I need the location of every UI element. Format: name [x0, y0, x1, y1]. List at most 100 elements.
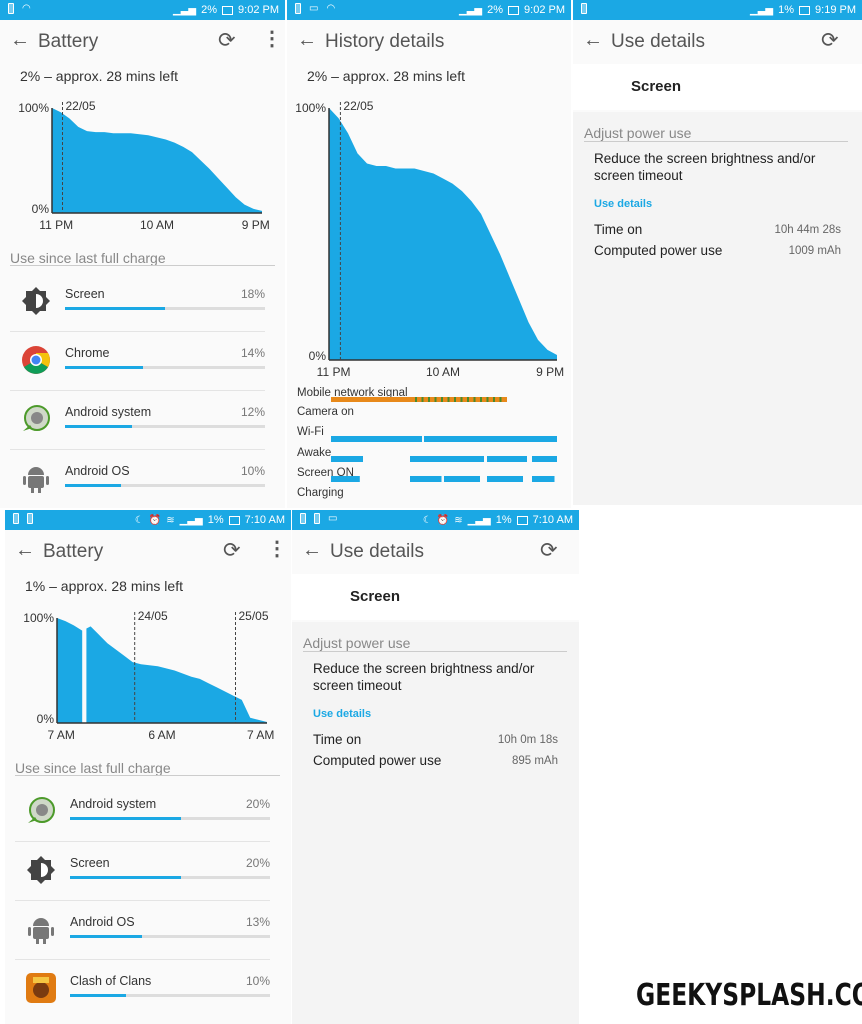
- battery-summary: 2% – approx. 28 mins left: [20, 68, 178, 84]
- wifi-hotspot-icon: ◠: [326, 3, 336, 14]
- signal-strength-tick: [473, 397, 476, 402]
- a6: [43, 938, 46, 944]
- usage-bar-fill: [65, 307, 165, 310]
- signal-strength-tick: [454, 397, 456, 402]
- app-name: Clash of Clans: [70, 974, 152, 988]
- s2: [31, 412, 43, 424]
- status-bar: ▁▃▅ 1% 9:19 PM: [573, 0, 862, 20]
- a3: [28, 927, 31, 936]
- history-screen: ▭ ◠ ▁▃▅ 2% 9:02 PM ← History details 2% – appro…: [287, 0, 571, 508]
- status-icons-left: [13, 513, 33, 524]
- usage-percent: 14%: [240, 346, 265, 360]
- battery-charging-icon: [314, 513, 320, 524]
- usage-percent: 10%: [245, 974, 270, 988]
- battery-alert-icon: [295, 3, 301, 14]
- battery-alert-icon: [581, 3, 587, 14]
- a1: [33, 918, 49, 926]
- usage-bar-fill: [65, 366, 143, 369]
- a3: [23, 476, 26, 485]
- clash-of-clans-icon: [26, 973, 56, 1003]
- refresh-icon[interactable]: ⟳: [540, 538, 558, 563]
- back-arrow-icon[interactable]: ←: [297, 29, 317, 52]
- battery-chart: 24/05 25/05 100% 0% 7 AM 6 AM 7 AM: [17, 606, 287, 751]
- more-options-icon[interactable]: ⋮: [267, 536, 287, 561]
- section-divider: [10, 265, 275, 266]
- usage-list-item[interactable]: Chrome 14%: [10, 332, 265, 391]
- status-icons-right: ☾ ⏰ ≋ ▁▃▅ 1% 7:10 AM: [135, 514, 285, 526]
- usage-list-item[interactable]: Android OS 13%: [15, 901, 270, 960]
- battery-level-area: [329, 108, 557, 360]
- date-marker-label: 25/05: [239, 609, 269, 623]
- battery-screen: ◠ ▁▃▅ 2% 9:02 PM ← Battery ⟳ ⋮ 2% – approx. 28 m…: [0, 0, 285, 508]
- date-marker-label: 22/05: [66, 99, 96, 113]
- battery-chart-svg: 24/05 25/05 100% 0% 7 AM 6 AM 7 AM: [23, 609, 274, 742]
- app-header: Screen: [292, 574, 579, 620]
- usage-list-item[interactable]: Android OS 10%: [10, 450, 265, 508]
- x-tick-label: 10 AM: [426, 365, 460, 379]
- usedetails-screen: ▭ ☾ ⏰ ≋ ▁▃▅ 1% 7:10 AM ← Use details ⟳ Screen Adjus…: [292, 510, 579, 1024]
- usage-bar: [70, 817, 270, 820]
- back-arrow-icon[interactable]: ←: [15, 539, 35, 562]
- alarm-icon: ⏰: [148, 514, 162, 526]
- usage-bar: [70, 876, 270, 879]
- y-max-label: 100%: [23, 611, 54, 625]
- back-arrow-icon[interactable]: ←: [583, 29, 603, 52]
- use-details-link[interactable]: Use details: [313, 708, 371, 720]
- screen-on-bar: [410, 476, 442, 482]
- x-tick-label: 11 PM: [317, 365, 351, 379]
- usage-percent: 20%: [245, 856, 270, 870]
- usage-list-item[interactable]: Screen 20%: [15, 842, 270, 901]
- signal-strength-tick: [415, 397, 417, 402]
- more-options-icon[interactable]: ⋮: [262, 26, 282, 51]
- date-marker-label: 24/05: [138, 609, 168, 623]
- battery-icon: [516, 515, 528, 525]
- app-name: Android OS: [65, 464, 130, 478]
- usage-list-item[interactable]: Android system 20%: [15, 783, 270, 842]
- battery-summary: 1% – approx. 28 mins left: [25, 578, 183, 594]
- wifi-hotspot-icon: ◠: [22, 3, 31, 14]
- a6: [38, 487, 41, 493]
- clock: 9:02 PM: [524, 4, 565, 16]
- refresh-icon[interactable]: ⟳: [223, 538, 241, 563]
- status-icons-left: ▭ ◠: [295, 3, 335, 14]
- refresh-icon[interactable]: ⟳: [218, 28, 236, 53]
- app-name: Android system: [65, 405, 152, 419]
- a4: [51, 927, 54, 936]
- section-divider: [303, 651, 567, 652]
- back-arrow-icon[interactable]: ←: [10, 29, 30, 52]
- signal-icon: ▁▃▅: [750, 4, 774, 16]
- awake-bar: [487, 456, 527, 462]
- detail-value: 895 mAh: [511, 755, 558, 767]
- battery-percent: 1%: [778, 4, 795, 16]
- y-min-label: 0%: [37, 712, 55, 726]
- battery-icon: [228, 515, 240, 525]
- clock: 9:19 PM: [815, 4, 856, 16]
- status-bar: ☾ ⏰ ≋ ▁▃▅ 1% 7:10 AM: [5, 510, 291, 530]
- battery-chart: 22/05 100% 0% 11 PM 10 AM 9 PM: [12, 96, 282, 241]
- signal-strength-tick: [434, 397, 437, 402]
- usage-list-item[interactable]: Screen 18%: [10, 273, 265, 332]
- x-tick-label: 10 AM: [140, 218, 174, 232]
- y-max-label: 100%: [295, 101, 326, 115]
- use-details-link[interactable]: Use details: [594, 198, 652, 210]
- usage-list-item[interactable]: Android system 12%: [10, 391, 265, 450]
- detail-label: Computed power use: [594, 243, 723, 258]
- refresh-icon[interactable]: ⟳: [821, 28, 839, 53]
- y-min-label: 0%: [309, 349, 327, 363]
- signal-strength-tick: [441, 397, 443, 402]
- status-icons-left: ◠: [8, 3, 31, 14]
- app-bar: ← Battery ⟳ ⋮: [5, 530, 291, 574]
- clock: 7:10 AM: [532, 514, 573, 526]
- moon-icon: ☾: [134, 514, 144, 526]
- back-arrow-icon[interactable]: ←: [302, 539, 322, 562]
- usage-list-item[interactable]: Clash of Clans 10%: [15, 960, 270, 1019]
- usage-percent: 10%: [240, 464, 265, 478]
- android-system-icon: [28, 797, 55, 823]
- usage-bar-fill: [70, 876, 182, 879]
- battery-screen: ☾ ⏰ ≋ ▁▃▅ 1% 7:10 AM ← Battery ⟳ ⋮ 1% – approx. 28…: [5, 510, 291, 1024]
- battery-percent: 2%: [487, 4, 504, 16]
- battery-alert-icon: [8, 3, 14, 14]
- x-tick-label: 6 AM: [148, 728, 175, 742]
- a5: [36, 938, 39, 944]
- usedetails-screen: ▁▃▅ 1% 9:19 PM ← Use details ⟳ Screen Adjust po…: [573, 0, 862, 505]
